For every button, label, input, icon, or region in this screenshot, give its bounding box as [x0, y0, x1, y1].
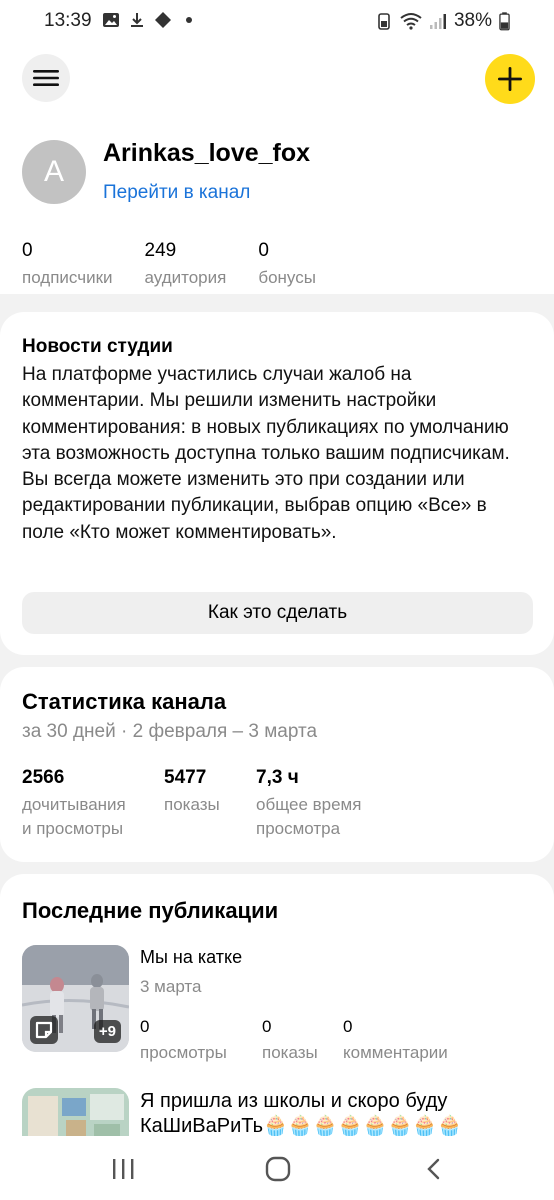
pub-stat-views: 0 просмотры — [140, 1017, 227, 1062]
signal-icon — [429, 14, 446, 29]
news-title: Новости студии — [22, 336, 173, 357]
metric-label: дочитывания и просмотры — [22, 795, 126, 838]
extra-images-badge: +9 — [93, 1020, 121, 1043]
studio-news-card: Новости студии На платформе участились с… — [0, 312, 554, 655]
avatar[interactable]: A — [22, 140, 86, 204]
publication-title: Мы на катке — [140, 947, 243, 967]
battery-saver-icon — [378, 13, 390, 30]
menu-button[interactable] — [22, 54, 70, 102]
add-publication-button[interactable] — [485, 54, 535, 104]
stat-value: 249 — [144, 240, 177, 261]
wifi-icon — [400, 13, 422, 30]
metric-value: 5477 — [164, 767, 207, 788]
channel-name: Arinkas_love_fox — [103, 139, 311, 167]
back-icon[interactable] — [424, 1158, 442, 1180]
metric-watch-time: 7,3 ч общее время просмотра — [256, 767, 406, 841]
profile-stats: 0 подписчики 249 аудитория 0 бонусы — [22, 240, 348, 288]
stat-label: аудитория — [144, 268, 227, 287]
stat-subscribers[interactable]: 0 подписчики — [22, 240, 113, 288]
dot-icon — [186, 17, 192, 23]
stat-label: бонусы — [258, 268, 316, 287]
stats-metrics: 2566 дочитывания и просмотры 5477 показы … — [22, 767, 406, 841]
publication-thumbnail[interactable]: +9 — [22, 945, 129, 1052]
recent-apps-icon[interactable] — [110, 1158, 136, 1180]
system-navigation-bar — [0, 1136, 554, 1200]
stats-period: за 30 дней · 2 февраля – 3 марта — [22, 721, 318, 742]
pub-stat-comments: 0 комментарии — [343, 1017, 448, 1062]
publications-title: Последние публикации — [22, 898, 279, 923]
system-status: 38% — [375, 10, 510, 32]
stat-value: 0 — [22, 240, 33, 261]
stats-title: Статистика канала — [22, 689, 227, 714]
stat-value: 0 — [258, 240, 269, 261]
notification-icons — [102, 11, 198, 29]
publication-item[interactable]: +9 Мы на катке 3 марта 0 просмотры 0 пок… — [22, 945, 532, 1062]
how-to-button[interactable]: Как это сделать — [22, 592, 533, 634]
battery-icon — [499, 11, 510, 30]
pub-stat-impressions: 0 показы — [262, 1017, 318, 1062]
status-time: 13:39 — [44, 10, 92, 31]
plus-icon — [498, 67, 522, 91]
channel-stats-card[interactable]: Статистика канала за 30 дней · 2 февраля… — [0, 667, 554, 862]
menu-icon — [33, 70, 59, 86]
metric-value: 7,3 ч — [256, 767, 299, 788]
profile-section: A Arinkas_love_fox Перейти в канал 0 под… — [0, 44, 554, 294]
metric-impressions: 5477 показы — [164, 767, 256, 841]
article-icon — [30, 1016, 58, 1044]
gallery-icon — [103, 13, 119, 27]
go-to-channel-link[interactable]: Перейти в канал — [103, 182, 250, 204]
metric-label: общее время просмотра — [256, 795, 362, 838]
stat-bonuses[interactable]: 0 бонусы — [258, 240, 316, 288]
metric-label: показы — [164, 795, 220, 814]
metric-reads: 2566 дочитывания и просмотры — [22, 767, 164, 841]
publication-title: Я пришла из школы и скоро буду КаШиВаРиТ… — [140, 1090, 463, 1137]
status-bar: 13:39 38% — [0, 0, 554, 44]
publication-stats: 0 просмотры 0 показы 0 комментарии — [140, 1017, 473, 1063]
news-body: На платформе участились случаи жалоб на … — [22, 364, 510, 543]
battery-percent: 38% — [453, 10, 492, 31]
stat-label: подписчики — [22, 268, 113, 287]
stat-audience[interactable]: 249 аудитория — [145, 240, 227, 288]
download-icon — [131, 13, 143, 27]
metric-value: 2566 — [22, 767, 65, 788]
app-notification-icon — [155, 12, 171, 28]
home-icon[interactable] — [265, 1156, 291, 1182]
publication-date: 3 марта — [140, 977, 202, 996]
